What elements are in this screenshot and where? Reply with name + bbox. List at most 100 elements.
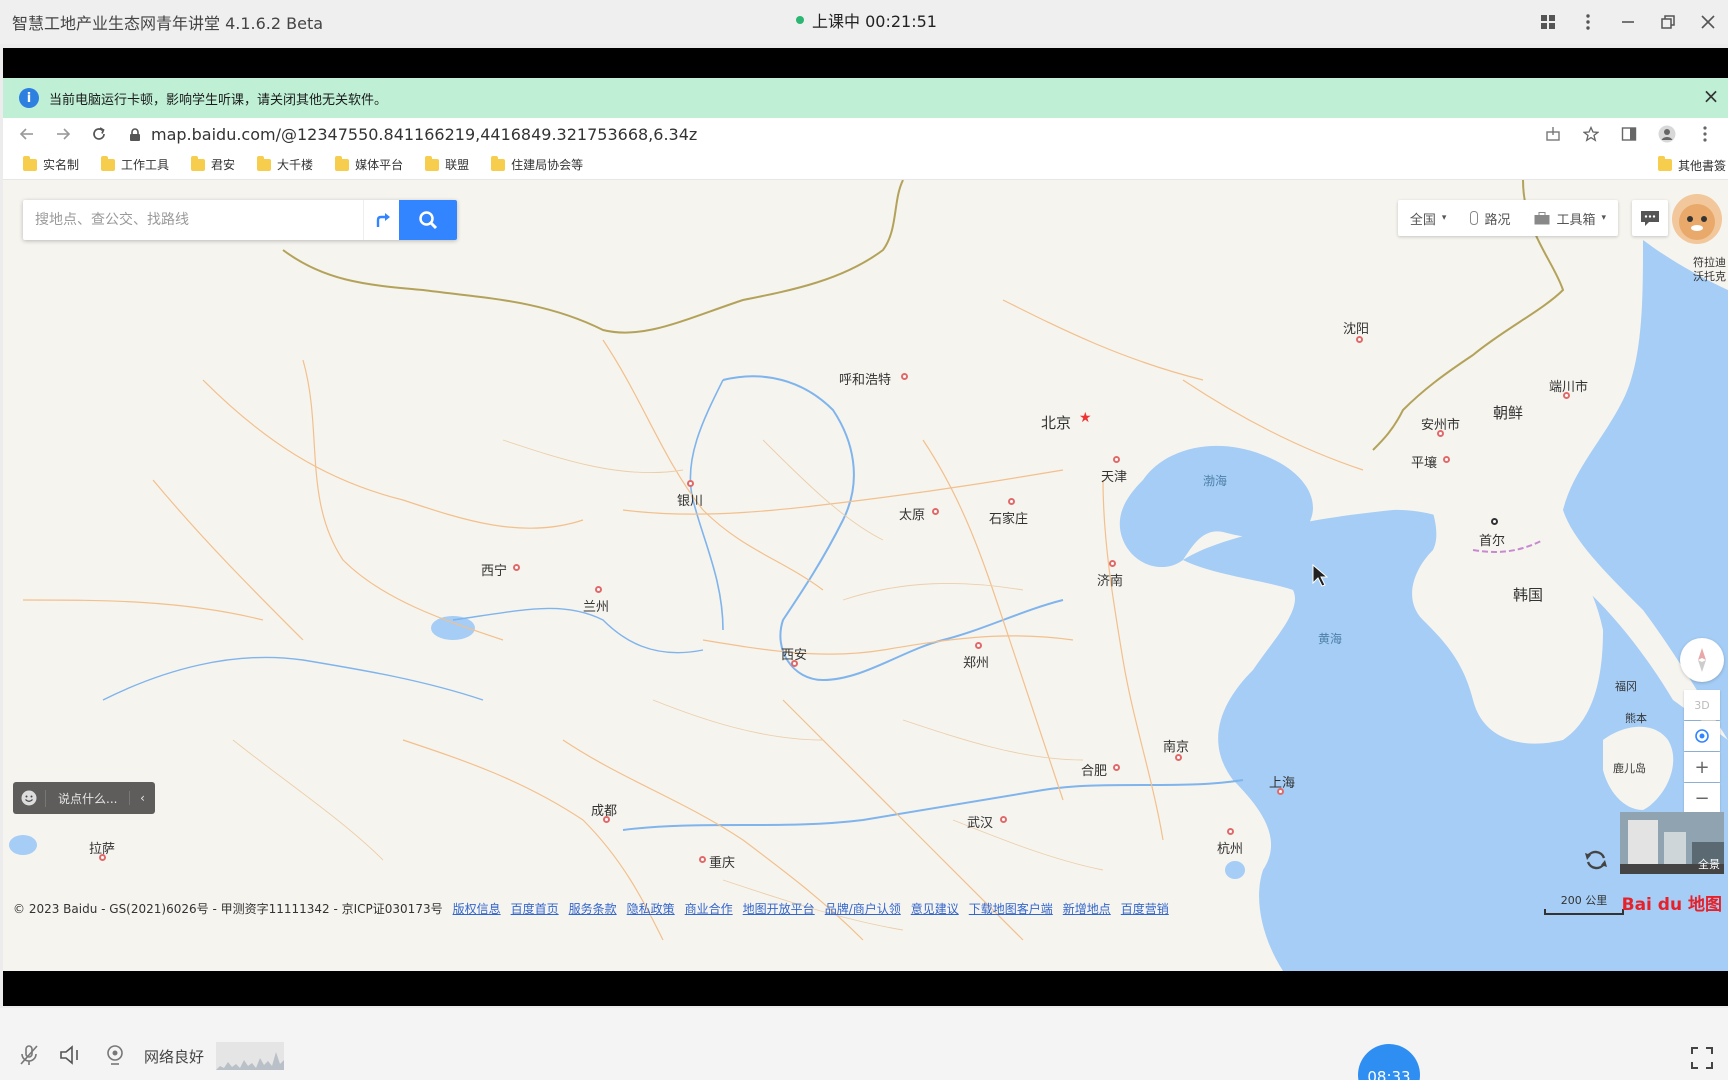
city-label[interactable]: 鹿儿岛 [1613, 760, 1646, 776]
reload-icon[interactable] [81, 118, 117, 150]
footer-link[interactable]: 品牌/商户认领 [825, 900, 901, 917]
baidu-map-logo[interactable]: Bai du 地图 [1622, 890, 1722, 915]
notice-text: 当前电脑运行卡顿，影响学生听课，请关闭其他无关软件。 [49, 92, 388, 108]
city-label[interactable]: 石家庄 [989, 508, 1028, 527]
city-label[interactable]: 南京 [1163, 736, 1189, 755]
user-avatar[interactable] [1672, 194, 1722, 244]
bookmark-folder[interactable]: 媒体平台 [335, 155, 403, 173]
city-marker [1175, 754, 1182, 761]
zoom-in-button[interactable]: + [1684, 752, 1720, 782]
footer-link[interactable]: 地图开放平台 [743, 900, 815, 917]
more-menu-icon[interactable] [1568, 0, 1608, 44]
chevron-down-icon: ▾ [1441, 213, 1447, 223]
city-marker [1008, 498, 1015, 505]
sidebar-icon[interactable] [1610, 118, 1648, 150]
bookmark-folder[interactable]: 住建局协会等 [491, 155, 583, 173]
chevron-down-icon: ▾ [1601, 213, 1606, 223]
search-icon [419, 211, 438, 230]
share-icon[interactable] [1534, 118, 1572, 150]
emoji-icon[interactable] [13, 790, 45, 806]
city-label[interactable]: 沈阳 [1343, 318, 1369, 337]
message-icon[interactable] [1632, 200, 1668, 236]
compass-icon[interactable] [1680, 638, 1724, 682]
back-icon[interactable] [9, 118, 45, 150]
city-label[interactable]: 合肥 [1081, 760, 1107, 779]
chat-input-pill[interactable]: 说点什么... ‹ [13, 782, 155, 814]
city-label[interactable]: 杭州 [1217, 838, 1243, 857]
footer-link[interactable]: 版权信息 [453, 900, 501, 917]
class-timer[interactable]: 08:33 [1358, 1044, 1420, 1080]
city-label[interactable]: 平壤 [1411, 452, 1437, 471]
city-label[interactable]: 符拉迪沃托克 [1693, 256, 1727, 284]
footer-link[interactable]: 百度营销 [1121, 900, 1169, 917]
footer-link[interactable]: 下载地图客户端 [969, 900, 1053, 917]
restore-icon[interactable] [1648, 0, 1688, 44]
mic-muted-icon[interactable] [16, 1042, 42, 1068]
sea-label: 黄海 [1318, 632, 1343, 646]
baidu-map[interactable]: 朝鲜 韩国 渤海 黄海 沈阳 呼和浩特 北京 ★ 天津 安州市 平壤 端川市 银… [3, 180, 1728, 971]
camera-icon[interactable] [102, 1042, 128, 1068]
bookmark-folder[interactable]: 大千楼 [257, 155, 313, 173]
city-label[interactable]: 武汉 [967, 812, 993, 831]
city-label[interactable]: 福冈 [1615, 678, 1637, 694]
refresh-icon[interactable] [1582, 846, 1610, 878]
footer-link[interactable]: 意见建议 [911, 900, 959, 917]
city-label[interactable]: 郑州 [963, 652, 989, 671]
locate-icon[interactable] [1684, 721, 1720, 751]
map-scale: 200 公里 [1544, 892, 1624, 915]
bookmark-folder[interactable]: 工作工具 [101, 155, 169, 173]
city-label[interactable]: 天津 [1101, 466, 1127, 485]
other-bookmarks[interactable]: 其他書簽 [1657, 150, 1728, 180]
bookmark-folder[interactable]: 实名制 [23, 155, 79, 173]
profile-icon[interactable] [1648, 118, 1686, 150]
fullscreen-icon[interactable] [1690, 1046, 1714, 1070]
city-label[interactable]: 银川 [677, 490, 703, 509]
city-marker [595, 586, 602, 593]
city-marker [603, 816, 610, 823]
map-footer: © 2023 Baidu - GS(2021)6026号 - 甲测资字11111… [13, 900, 1169, 917]
forward-icon[interactable] [45, 118, 81, 150]
copyright-text: © 2023 Baidu - GS(2021)6026号 - 甲测资字11111… [13, 902, 443, 916]
grid-icon[interactable] [1528, 0, 1568, 44]
network-graph [216, 1042, 284, 1070]
collapse-chevron-icon[interactable]: ‹ [129, 791, 155, 805]
city-marker [513, 564, 520, 571]
traffic-toggle[interactable]: 路况 [1458, 200, 1522, 236]
toolbox-menu[interactable]: 工具箱 ▾ [1522, 200, 1618, 236]
bookmark-folder[interactable]: 君安 [191, 155, 235, 173]
city-label[interactable]: 重庆 [709, 852, 735, 871]
browser-menu-icon[interactable] [1686, 118, 1724, 150]
city-label[interactable]: 北京 [1041, 412, 1071, 433]
city-label[interactable]: 呼和浩特 [839, 369, 891, 388]
footer-link[interactable]: 百度首页 [511, 900, 559, 917]
search-button[interactable] [399, 200, 457, 240]
city-label[interactable]: 首尔 [1479, 530, 1505, 549]
region-selector[interactable]: 全国 ▾ [1398, 200, 1459, 236]
city-label[interactable]: 熊本 [1625, 710, 1647, 726]
route-icon[interactable] [363, 200, 399, 240]
city-label[interactable]: 太原 [899, 504, 925, 523]
address-bar[interactable]: map.baidu.com/@12347550.841166219,441684… [129, 122, 697, 146]
3d-toggle[interactable]: 3D [1684, 690, 1720, 720]
map-toolbar: 全国 ▾ 路况 工具箱 ▾ [1397, 200, 1618, 236]
folder-icon [23, 155, 37, 171]
minimize-icon[interactable] [1608, 0, 1648, 44]
speaker-icon[interactable] [58, 1042, 84, 1068]
notice-close-icon[interactable]: × [1700, 86, 1722, 108]
close-icon[interactable] [1688, 0, 1728, 44]
city-marker [1356, 336, 1363, 343]
sea-label: 渤海 [1203, 474, 1228, 488]
footer-link[interactable]: 商业合作 [685, 900, 733, 917]
footer-link[interactable]: 服务条款 [569, 900, 617, 917]
city-label[interactable]: 西宁 [481, 560, 507, 579]
map-search-input[interactable] [23, 200, 363, 240]
footer-link[interactable]: 新增地点 [1063, 900, 1111, 917]
footer-link[interactable]: 隐私政策 [627, 900, 675, 917]
bookmark-folder[interactable]: 联盟 [425, 155, 469, 173]
bookmark-star-icon[interactable] [1572, 118, 1610, 150]
panorama-thumbnail[interactable]: 全景 [1620, 812, 1724, 874]
folder-icon [257, 155, 272, 171]
city-label[interactable]: 济南 [1097, 570, 1123, 589]
zoom-out-button[interactable]: − [1684, 783, 1720, 813]
city-label[interactable]: 兰州 [583, 596, 609, 615]
